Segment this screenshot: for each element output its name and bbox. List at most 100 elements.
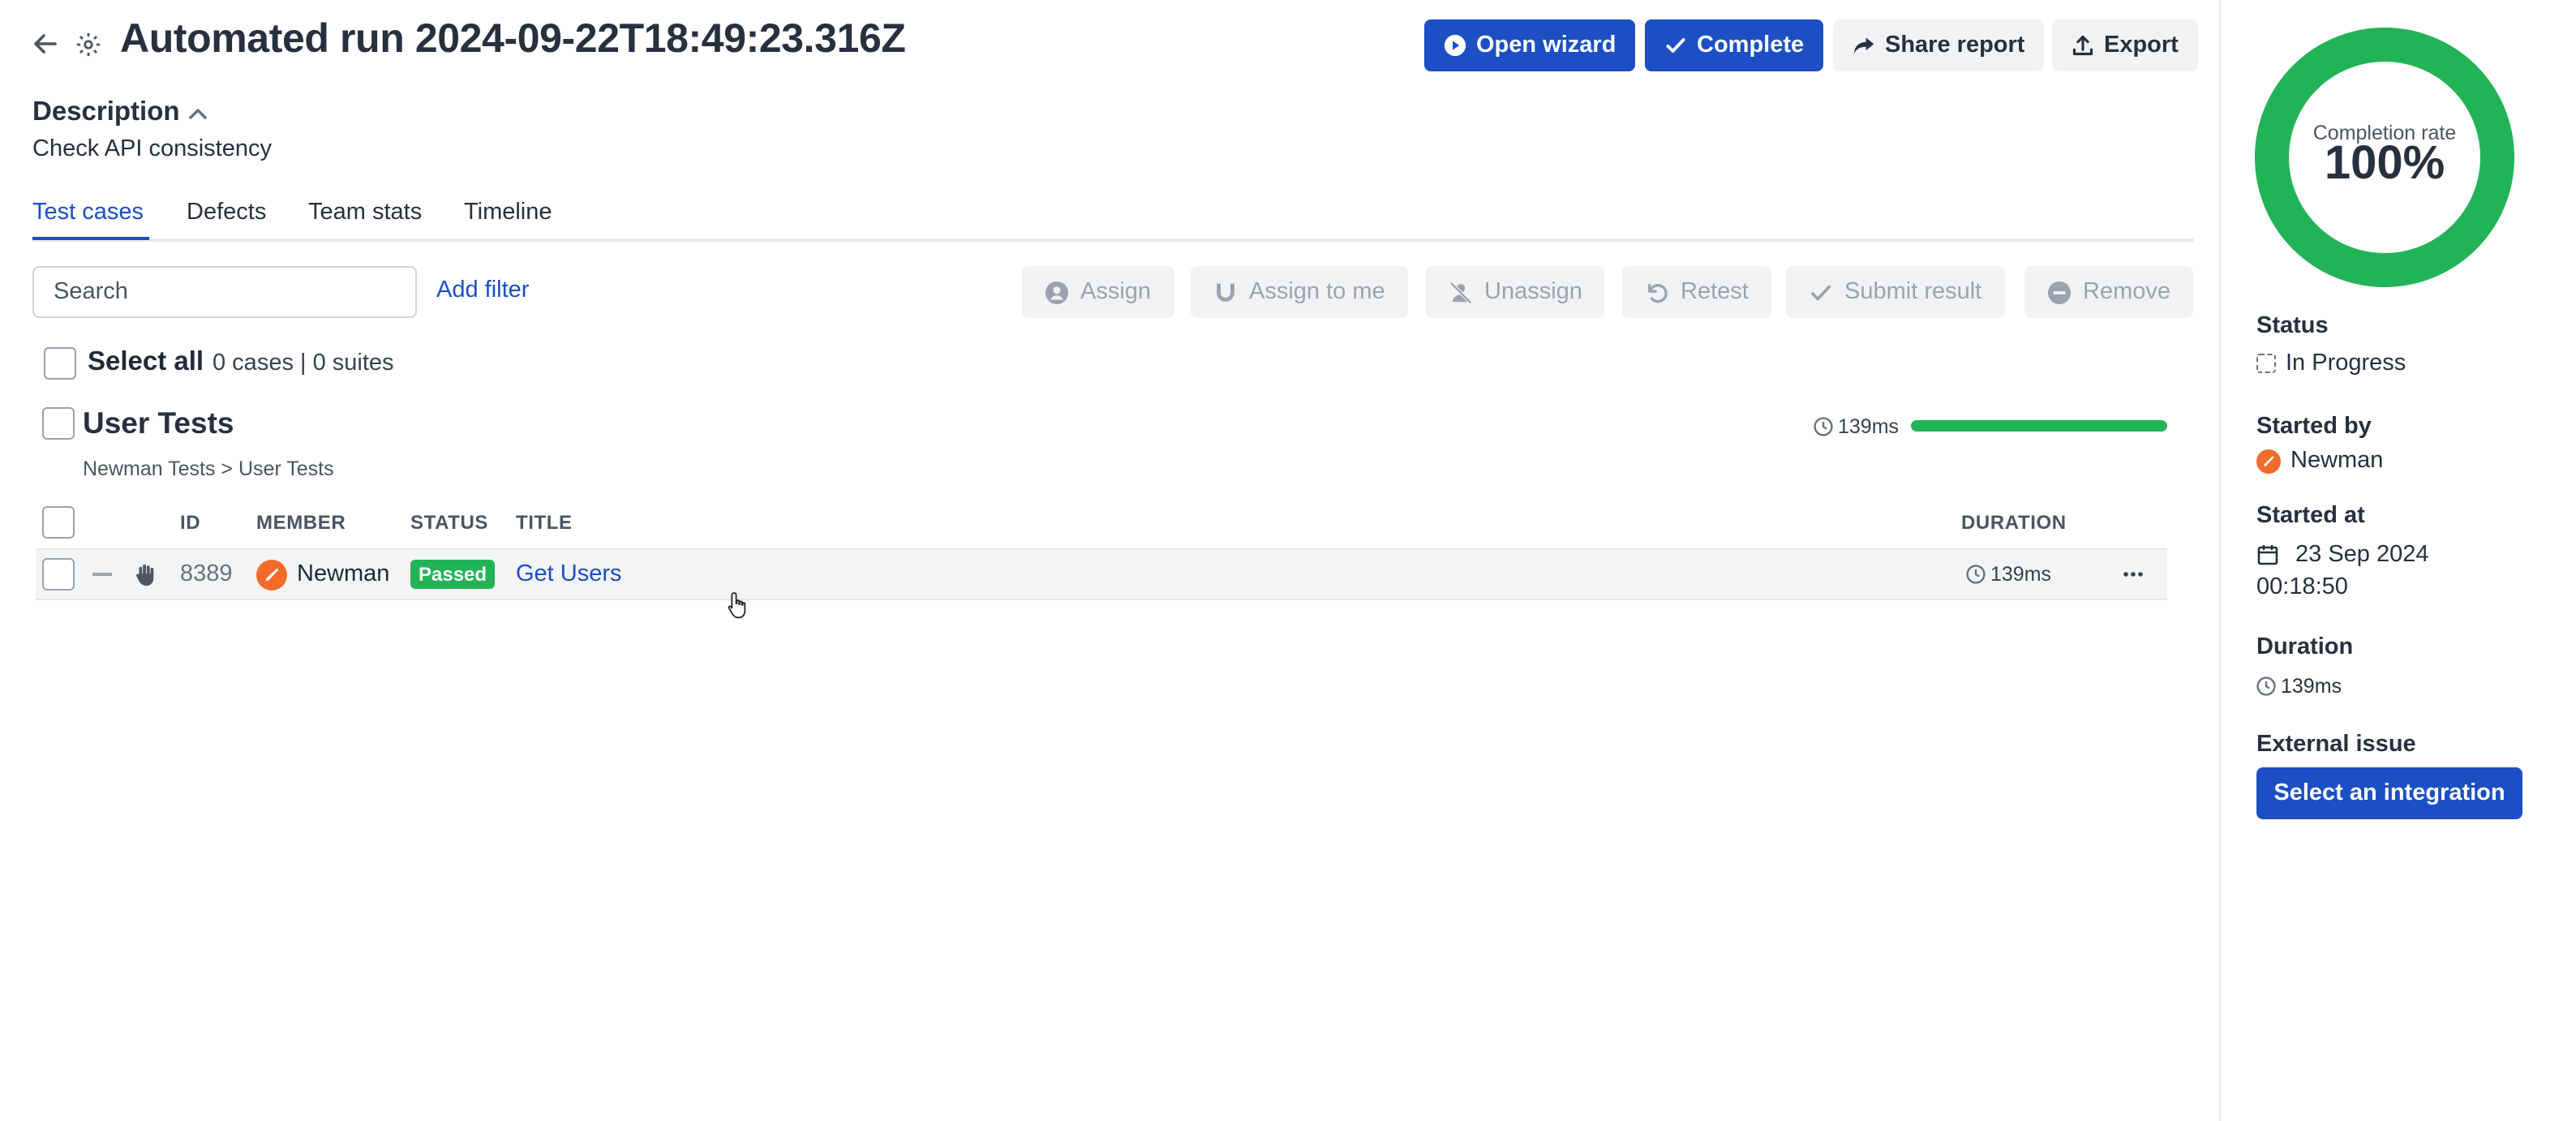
- tab-bar: Test cases Defects Team stats Timeline: [32, 195, 2193, 242]
- description-toggle[interactable]: Description: [32, 97, 209, 128]
- description-text: Check API consistency: [32, 136, 272, 162]
- duration-text: 139ms: [2281, 675, 2342, 698]
- unassign-button[interactable]: Unassign: [1426, 266, 1605, 318]
- magnet-icon: [1217, 282, 1234, 301]
- add-filter-link[interactable]: Add filter: [436, 277, 529, 303]
- export-label: Export: [2104, 32, 2179, 58]
- started-by-value: Newman: [2256, 448, 2383, 474]
- table-header-checkbox[interactable]: [42, 506, 75, 539]
- hand-icon[interactable]: [133, 562, 157, 586]
- row-title-link[interactable]: Get Users: [516, 561, 622, 587]
- suite-progress-fill: [1911, 420, 2167, 432]
- duration-value: 139ms: [2256, 675, 2342, 698]
- table-row[interactable]: 8389 Newman Passed Get Users 139ms: [36, 548, 2167, 600]
- started-at-time: 00:18:50: [2256, 574, 2348, 600]
- column-status: STATUS: [410, 511, 489, 534]
- started-by-name: Newman: [2290, 448, 2384, 474]
- share-report-button[interactable]: Share report: [1833, 19, 2045, 71]
- check-icon: [1810, 284, 1831, 300]
- select-all-checkbox[interactable]: [44, 347, 76, 380]
- tab-timeline[interactable]: Timeline: [464, 200, 552, 225]
- complete-label: Complete: [1697, 32, 1805, 58]
- play-circle-icon: [1444, 34, 1466, 57]
- select-integration-button[interactable]: Select an integration: [2256, 767, 2522, 819]
- clock-icon: [1814, 417, 1833, 436]
- hand-cursor-icon: [728, 592, 746, 619]
- check-icon: [1666, 38, 1685, 53]
- submit-result-label: Submit result: [1844, 279, 1982, 305]
- assign-to-me-label: Assign to me: [1249, 279, 1385, 305]
- page-title: Automated run 2024-09-22T18:49:23.316Z: [120, 16, 906, 62]
- status-badge: Passed: [410, 560, 496, 589]
- description-heading: Description: [32, 97, 180, 127]
- assign-button[interactable]: Assign: [1022, 266, 1174, 318]
- started-at-date-text: 23 Sep 2024: [2295, 542, 2429, 568]
- unassign-label: Unassign: [1484, 279, 1582, 305]
- pen-icon: [2264, 455, 2274, 466]
- row-checkbox[interactable]: [42, 558, 75, 591]
- retest-label: Retest: [1681, 279, 1749, 305]
- share-icon: [1853, 37, 1874, 54]
- open-wizard-label: Open wizard: [1476, 32, 1616, 58]
- avatar: [2256, 449, 2281, 473]
- calendar-icon: [2257, 545, 2278, 565]
- select-all-label: Select all: [88, 347, 204, 376]
- row-member-name: Newman: [297, 561, 390, 587]
- suite-duration-value: 139ms: [1838, 415, 1900, 438]
- user-circle-icon: [1045, 280, 1069, 304]
- row-duration: 139ms: [1966, 550, 2051, 599]
- started-by-heading: Started by: [2256, 414, 2372, 440]
- tab-test-cases[interactable]: Test cases: [32, 200, 144, 225]
- undo-icon: [1647, 282, 1668, 303]
- export-button[interactable]: Export: [2052, 19, 2198, 71]
- assign-to-me-button[interactable]: Assign to me: [1191, 266, 1408, 318]
- minus-circle-icon: [2047, 280, 2072, 304]
- column-member: MEMBER: [256, 511, 346, 534]
- suite-progress-bar: [1911, 420, 2167, 432]
- external-issue-heading: External issue: [2256, 732, 2416, 758]
- status-heading: Status: [2256, 313, 2329, 339]
- complete-button[interactable]: Complete: [1645, 19, 1824, 71]
- search-input[interactable]: [32, 266, 417, 318]
- clock-icon: [1966, 565, 1986, 584]
- more-horizontal-icon[interactable]: [2122, 563, 2145, 586]
- main-panel: Automated run 2024-09-22T18:49:23.316Z O…: [0, 0, 2219, 1121]
- avatar: [256, 559, 287, 590]
- row-id: 8389: [180, 561, 233, 587]
- dash-icon: [92, 573, 112, 576]
- status-value: In Progress: [2256, 350, 2406, 376]
- user-slash-icon: [1449, 281, 1472, 303]
- assign-label: Assign: [1080, 279, 1152, 305]
- duration-heading: Duration: [2256, 634, 2354, 660]
- completion-rate-value: 100%: [2324, 138, 2445, 190]
- row-duration-value: 139ms: [1990, 563, 2052, 586]
- row-member: Newman: [256, 550, 389, 599]
- clock-icon: [2256, 676, 2276, 696]
- retest-button[interactable]: Retest: [1622, 266, 1771, 318]
- in-progress-icon: [2256, 354, 2276, 373]
- suite-breadcrumb: Newman Tests > User Tests: [83, 457, 334, 480]
- arrow-left-icon[interactable]: [31, 29, 60, 58]
- tab-team-stats[interactable]: Team stats: [308, 200, 422, 225]
- share-report-label: Share report: [1885, 32, 2025, 58]
- column-duration[interactable]: DURATION: [1961, 511, 2067, 534]
- started-at-heading: Started at: [2256, 503, 2365, 529]
- active-tab-indicator: [32, 237, 149, 240]
- run-summary-sidebar: Completion rate 100% Status In Progress …: [2219, 0, 2576, 1121]
- column-title[interactable]: TITLE: [516, 511, 573, 534]
- column-id: ID: [180, 511, 201, 534]
- submit-result-button[interactable]: Submit result: [1786, 266, 2005, 318]
- suite-checkbox[interactable]: [42, 407, 75, 440]
- chevron-up-icon: [188, 108, 207, 118]
- selection-count: 0 cases | 0 suites: [213, 350, 394, 376]
- status-text: In Progress: [2286, 350, 2406, 376]
- suite-title: User Tests: [83, 406, 234, 440]
- upload-icon: [2072, 35, 2093, 56]
- open-wizard-button[interactable]: Open wizard: [1424, 19, 1636, 71]
- pen-icon: [265, 567, 279, 581]
- started-at-date: 23 Sep 2024: [2256, 542, 2429, 568]
- tab-defects[interactable]: Defects: [187, 200, 266, 225]
- gear-icon[interactable]: [75, 31, 102, 58]
- remove-button[interactable]: Remove: [2024, 266, 2193, 318]
- suite-duration: 139ms: [1814, 415, 1899, 438]
